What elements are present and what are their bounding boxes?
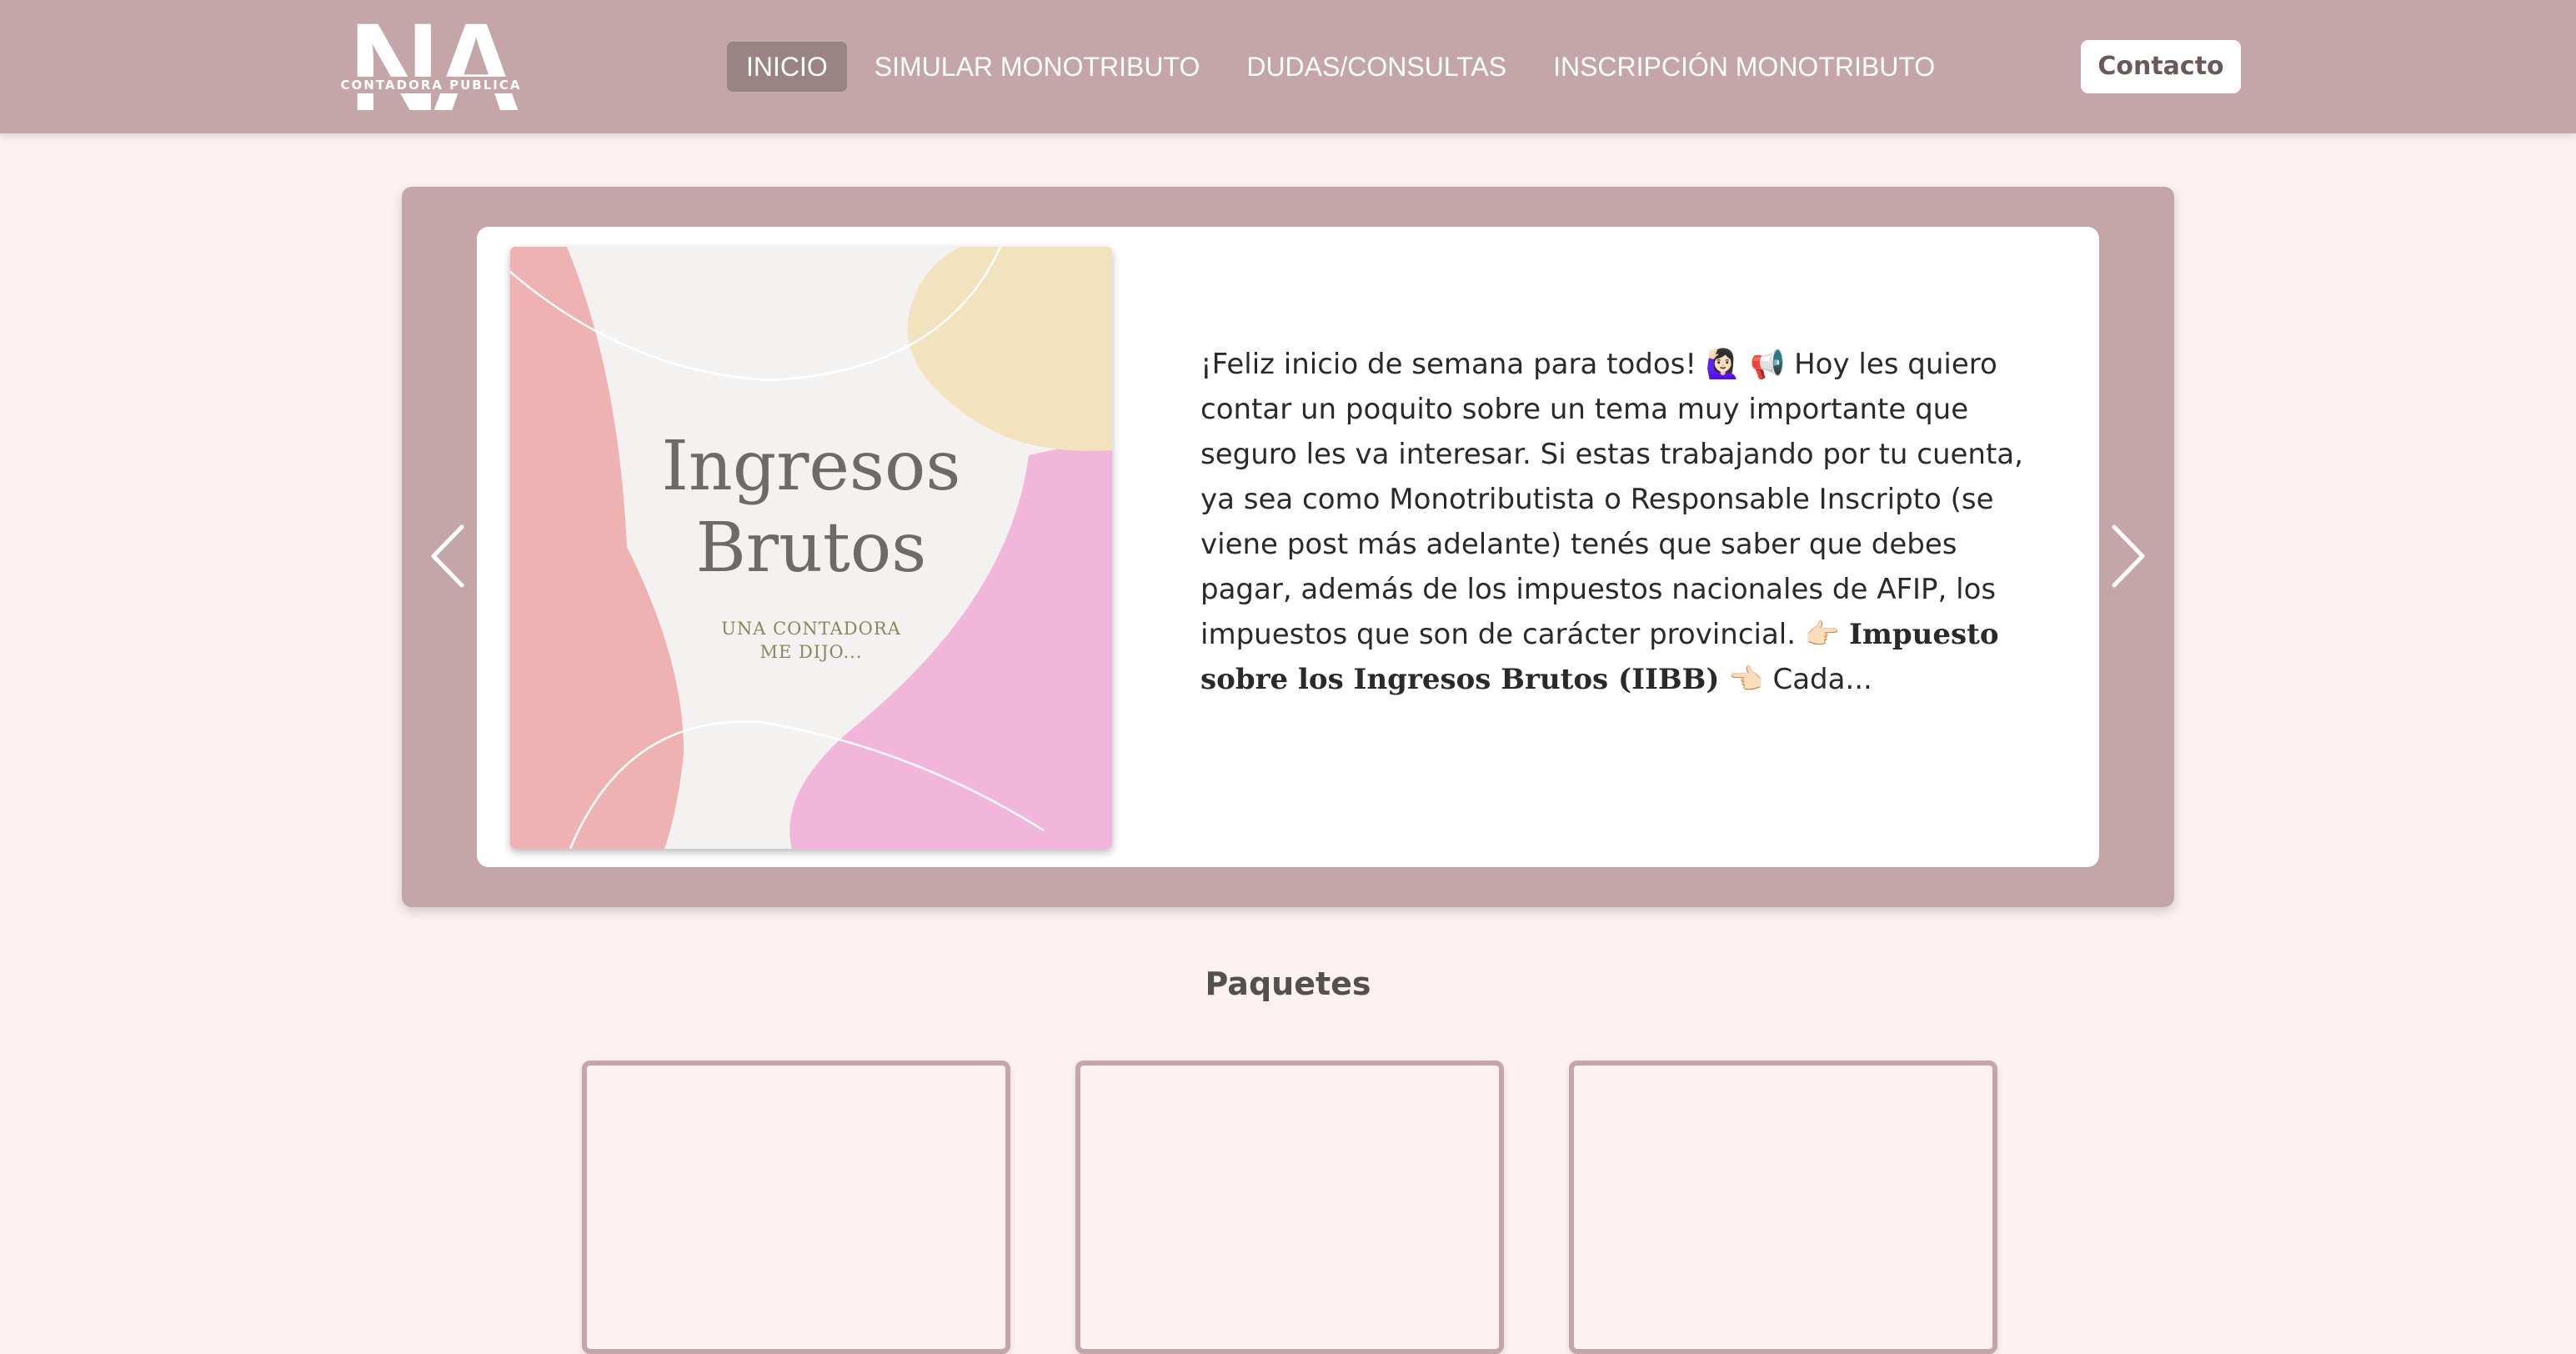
image-title-line1: Ingresos	[661, 427, 961, 506]
logo[interactable]: NA CONTADORA PUBLICA	[327, 0, 535, 137]
nav-item-inicio[interactable]: INICIO	[727, 42, 847, 92]
carousel-slide[interactable]: Ingresos Brutos UNA CONTADORA ME DIJO...…	[477, 227, 2099, 867]
package-card[interactable]	[1075, 1061, 1504, 1354]
pointing-right-icon: 👉🏻	[1804, 618, 1841, 651]
logo-letters: NA	[348, 0, 522, 137]
nav-item-simular-monotributo[interactable]: SIMULAR MONOTRIBUTO	[855, 42, 1220, 92]
post-carousel: Ingresos Brutos UNA CONTADORA ME DIJO...…	[402, 187, 2174, 907]
pointing-left-icon: 👈🏻	[1728, 663, 1764, 696]
excerpt-body: Hoy les quiero contar un poquito sobre u…	[1200, 348, 2023, 651]
post-image[interactable]: Ingresos Brutos UNA CONTADORA ME DIJO...	[510, 247, 1112, 849]
image-title-line2: Brutos	[695, 509, 927, 588]
site-header: NA CONTADORA PUBLICA INICIO SIMULAR MONO…	[0, 0, 2576, 133]
excerpt-intro: ¡Feliz inicio de semana para todos!	[1200, 348, 1696, 381]
main-nav: INICIO SIMULAR MONOTRIBUTO DUDAS/CONSULT…	[727, 42, 1962, 92]
nav-item-inscripcion-monotributo[interactable]: INSCRIPCIÓN MONOTRIBUTO	[1534, 42, 1954, 92]
package-card[interactable]	[1569, 1061, 1997, 1354]
packages-title: Paquetes	[1205, 965, 1371, 1002]
post-excerpt: ¡Feliz inicio de semana para todos! 🙋🏻‍♀…	[1200, 342, 2034, 702]
nav-item-dudas-consultas[interactable]: DUDAS/CONSULTAS	[1227, 42, 1526, 92]
carousel-next-button[interactable]	[2092, 510, 2159, 602]
megaphone-icon: 📢	[1749, 348, 1786, 381]
excerpt-tail: Cada...	[1763, 663, 1872, 696]
person-raising-hand-icon: 🙋🏻‍♀️	[1705, 348, 1742, 381]
logo-subtitle: CONTADORA PUBLICA	[340, 78, 522, 93]
package-card[interactable]	[582, 1061, 1010, 1354]
contact-button[interactable]: Contacto	[2081, 40, 2241, 93]
chevron-left-icon	[431, 524, 464, 588]
carousel-prev-button[interactable]	[417, 510, 484, 602]
image-subtitle-line1: UNA CONTADORA	[721, 619, 901, 639]
chevron-right-icon	[2112, 524, 2145, 588]
image-subtitle-line2: ME DIJO...	[759, 642, 863, 662]
